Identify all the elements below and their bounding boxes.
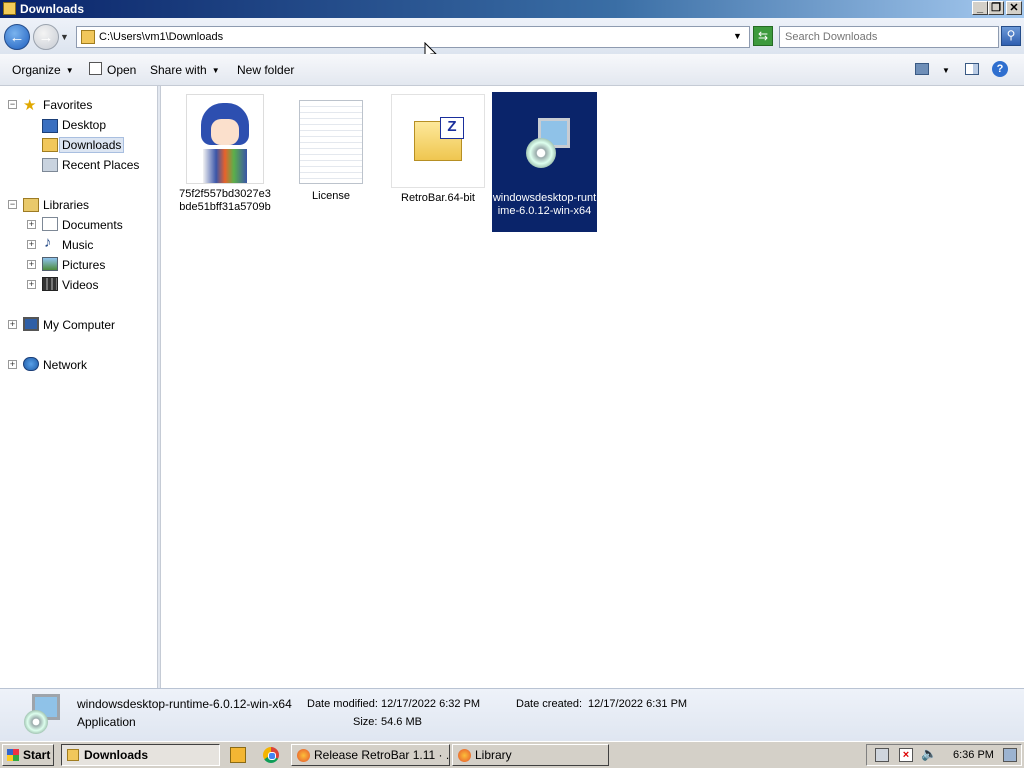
taskbar: Start Downloads Release RetroBar 1.11 · … [0, 741, 1024, 768]
media-player-icon[interactable] [230, 747, 246, 763]
size-value: 54.6 MB [381, 716, 422, 728]
date-created-value: 12/17/2022 6:31 PM [588, 698, 688, 710]
file-list[interactable]: 75f2f557bd3027e3bde51bff31a5709b License… [161, 86, 1024, 688]
windows-logo-icon [7, 749, 19, 761]
nav-downloads[interactable]: Downloads [59, 137, 125, 153]
recent-pages-dropdown[interactable]: ▼ [60, 32, 69, 42]
expand-pictures-icon[interactable]: + [27, 260, 36, 269]
nav-my-computer[interactable]: My Computer [43, 318, 115, 332]
nav-recent-places[interactable]: Recent Places [62, 158, 139, 172]
forward-button[interactable]: → [33, 24, 59, 50]
address-dropdown-icon[interactable]: ▼ [733, 31, 742, 41]
view-dropdown-icon[interactable]: ▼ [942, 66, 950, 75]
title-bar[interactable]: Downloads _ ❐ ✕ [0, 0, 1024, 18]
maximize-button[interactable]: ❐ [988, 1, 1004, 15]
show-desktop-icon[interactable] [1003, 748, 1017, 762]
pictures-icon [42, 257, 58, 271]
firefox-icon [297, 749, 310, 762]
file-item-selected[interactable]: windowsdesktop-runtime-6.0.12-win-x64 [492, 92, 597, 232]
collapse-favorites-icon[interactable]: − [8, 100, 17, 109]
text-document-icon [299, 100, 363, 184]
music-icon: ♪ [44, 234, 52, 251]
computer-icon [23, 317, 39, 331]
nav-music[interactable]: Music [62, 238, 93, 252]
firefox-icon [458, 749, 471, 762]
chrome-icon[interactable] [263, 747, 279, 763]
start-button[interactable]: Start [2, 744, 54, 766]
preview-pane-icon[interactable] [965, 63, 979, 75]
back-button[interactable]: ← [4, 24, 30, 50]
minimize-button[interactable]: _ [972, 1, 988, 15]
downloads-folder-icon [42, 138, 58, 152]
folder-icon [3, 2, 16, 15]
volume-icon[interactable]: 🔈 [921, 746, 937, 762]
new-folder-button[interactable]: New folder [237, 63, 294, 77]
nav-libraries[interactable]: Libraries [43, 198, 89, 212]
details-file-name: windowsdesktop-runtime-6.0.12-win-x64 [77, 697, 292, 711]
expand-music-icon[interactable]: + [27, 240, 36, 249]
details-pane: windowsdesktop-runtime-6.0.12-win-x64 Ap… [0, 688, 1024, 741]
nav-favorites[interactable]: Favorites [43, 98, 92, 112]
nav-videos[interactable]: Videos [62, 278, 98, 292]
expand-network-icon[interactable]: + [8, 360, 17, 369]
folder-icon [67, 749, 79, 761]
clock[interactable]: 6:36 PM [953, 749, 994, 761]
navigation-pane: − ★ Favorites Desktop Downloads Recent P… [0, 86, 157, 688]
folder-icon [81, 30, 95, 44]
recent-places-icon [42, 158, 58, 172]
open-icon [89, 62, 102, 75]
installer-icon [498, 98, 592, 188]
organize-menu[interactable]: Organize ▼ [12, 63, 74, 77]
file-item[interactable]: 75f2f557bd3027e3bde51bff31a5709b [177, 94, 273, 214]
taskbar-item-retrobar-release[interactable]: Release RetroBar 1.11 · ... [291, 744, 450, 766]
nav-network[interactable]: Network [43, 358, 87, 372]
documents-icon [42, 217, 58, 231]
nav-pictures[interactable]: Pictures [62, 258, 105, 272]
change-view-icon[interactable] [915, 63, 929, 75]
help-icon[interactable]: ? [992, 61, 1008, 77]
taskbar-item-library[interactable]: Library [452, 744, 609, 766]
file-item[interactable]: License [283, 94, 379, 203]
address-path: C:\Users\vm1\Downloads [99, 31, 224, 43]
zip-folder-icon: Z [391, 94, 485, 188]
network-status-icon[interactable] [875, 748, 889, 762]
expand-videos-icon[interactable]: + [27, 280, 36, 289]
address-bar[interactable]: C:\Users\vm1\Downloads ▼ [76, 26, 750, 48]
expand-documents-icon[interactable]: + [27, 220, 36, 229]
refresh-button[interactable]: ⇆ [753, 26, 773, 46]
videos-icon [42, 277, 58, 291]
date-modified-value: 12/17/2022 6:32 PM [381, 698, 481, 710]
close-button[interactable]: ✕ [1006, 1, 1022, 15]
collapse-libraries-icon[interactable]: − [8, 200, 17, 209]
search-box[interactable] [779, 26, 999, 48]
date-modified-label: Date modified: [307, 698, 378, 710]
window-title: Downloads [20, 2, 85, 16]
search-input[interactable] [785, 28, 995, 46]
open-button[interactable]: Open [107, 63, 136, 77]
nav-documents[interactable]: Documents [62, 218, 123, 232]
network-icon [23, 357, 39, 371]
image-thumbnail [186, 94, 264, 184]
star-icon: ★ [23, 97, 37, 114]
nav-desktop[interactable]: Desktop [62, 118, 106, 132]
system-tray: × 🔈 6:36 PM [866, 744, 1022, 766]
expand-computer-icon[interactable]: + [8, 320, 17, 329]
file-item[interactable]: Z RetroBar.64-bit [390, 94, 486, 205]
size-label: Size: [353, 716, 378, 728]
desktop-icon [42, 119, 58, 133]
installer-icon [18, 692, 64, 738]
share-with-menu[interactable]: Share with ▼ [150, 63, 220, 77]
search-icon[interactable]: ⚲ [1001, 26, 1021, 46]
libraries-icon [23, 198, 39, 212]
date-created-label: Date created: [516, 698, 583, 710]
taskbar-item-downloads[interactable]: Downloads [61, 744, 220, 766]
navigation-bar: ← → ▼ C:\Users\vm1\Downloads ▼ ⇆ ⚲ [0, 18, 1024, 63]
action-center-icon[interactable]: × [899, 748, 913, 762]
command-bar: Organize ▼ Open Share with ▼ New folder ▼ … [0, 54, 1024, 86]
details-file-type: Application [77, 715, 136, 729]
